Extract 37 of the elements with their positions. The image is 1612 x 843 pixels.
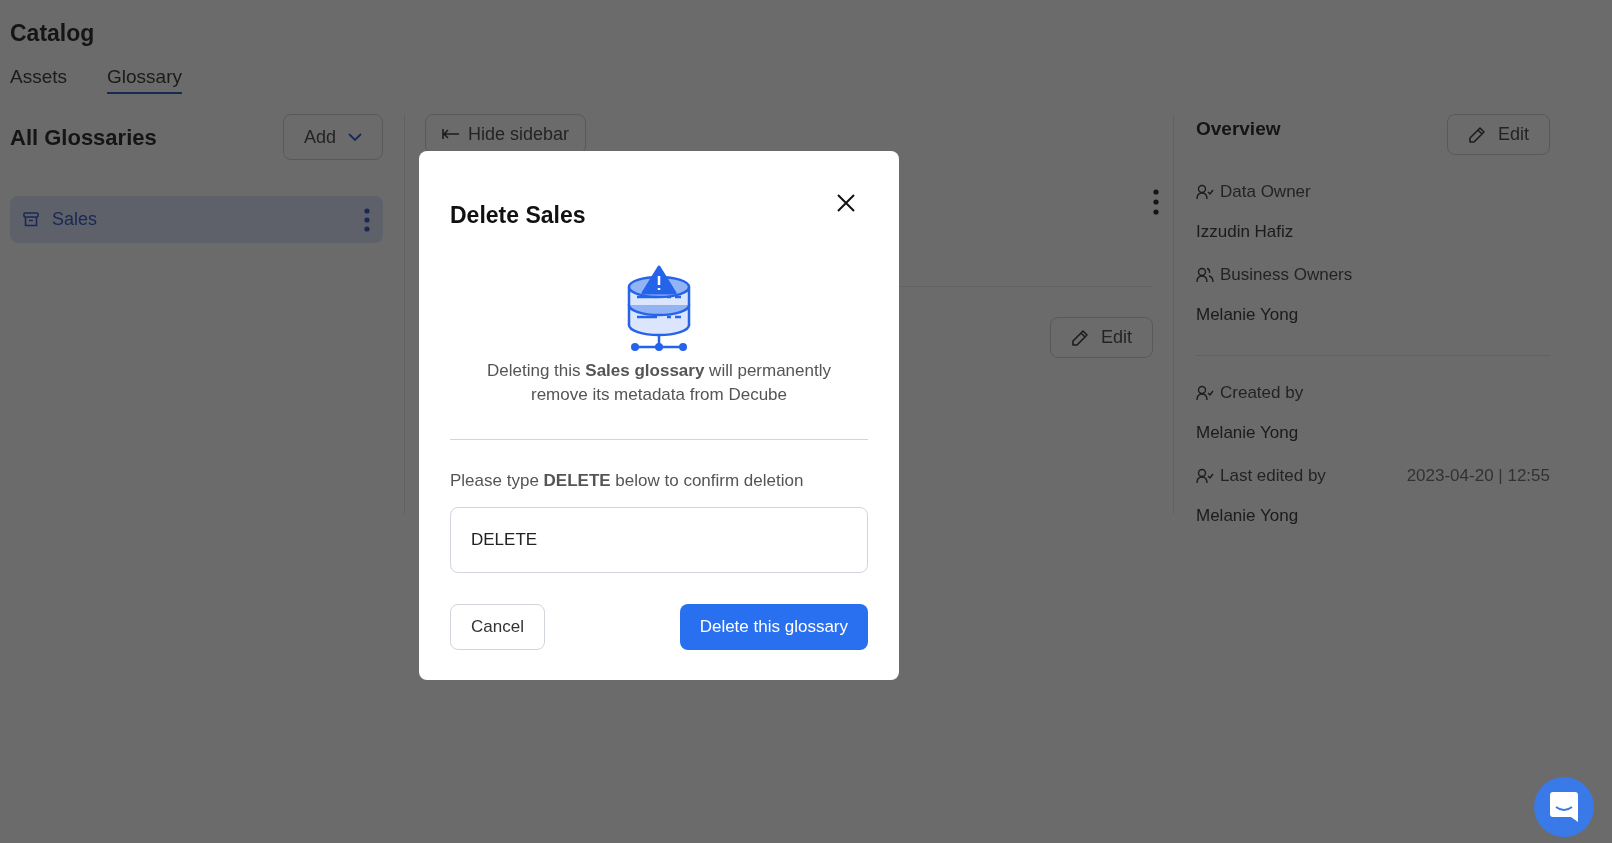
chevron-down-icon [348, 133, 362, 141]
confirm-prompt: Please type DELETE below to confirm deletion [450, 469, 805, 492]
user-check-icon [1196, 384, 1214, 401]
user-check-icon [1196, 183, 1214, 200]
edit-button[interactable]: Edit [1049, 317, 1153, 358]
add-button[interactable]: Add [282, 114, 383, 160]
field-label: Created by [1220, 382, 1304, 404]
archive-icon [23, 212, 39, 227]
pencil-icon [1467, 125, 1486, 144]
field-label: Last edited by [1220, 465, 1326, 487]
field-value: Melanie Yong [1196, 303, 1299, 326]
field-value: Melanie Yong [1196, 421, 1299, 444]
overview-title: Overview [1196, 117, 1281, 141]
field-value: Izzudin Hafiz [1196, 220, 1294, 243]
cancel-button[interactable]: Cancel [450, 604, 545, 650]
pencil-icon [1070, 328, 1089, 347]
users-icon [1196, 266, 1214, 283]
delete-button[interactable]: Delete this glossary [679, 604, 868, 650]
dialog-title: Delete Sales [450, 201, 586, 230]
tab[interactable]: Assets [10, 62, 68, 94]
page-title: Catalog [10, 19, 95, 48]
more-icon[interactable] [1153, 189, 1159, 215]
edit-button[interactable]: Edit [1446, 114, 1550, 155]
sidebar-item[interactable]: Sales [10, 196, 383, 243]
close-icon[interactable] [836, 193, 856, 213]
arrow-left-bar-icon [442, 128, 460, 140]
chat-icon [1550, 792, 1578, 822]
dialog-message: Deleting this Sales glossary will permanently remove its metadata from Decube [486, 359, 832, 406]
timestamp: 2023-04-20 | 12:55 [1406, 465, 1550, 487]
field-value: Melanie Yong [1196, 504, 1299, 527]
confirm-input[interactable]: DELETE [450, 507, 868, 573]
user-check-icon [1196, 467, 1214, 484]
tab[interactable]: Glossary [107, 62, 182, 94]
field-label: Data Owner [1220, 181, 1311, 203]
sidebar-title: All Glossaries [10, 123, 157, 152]
chat-button[interactable] [1534, 777, 1594, 837]
field-label: Business Owners [1220, 264, 1353, 286]
